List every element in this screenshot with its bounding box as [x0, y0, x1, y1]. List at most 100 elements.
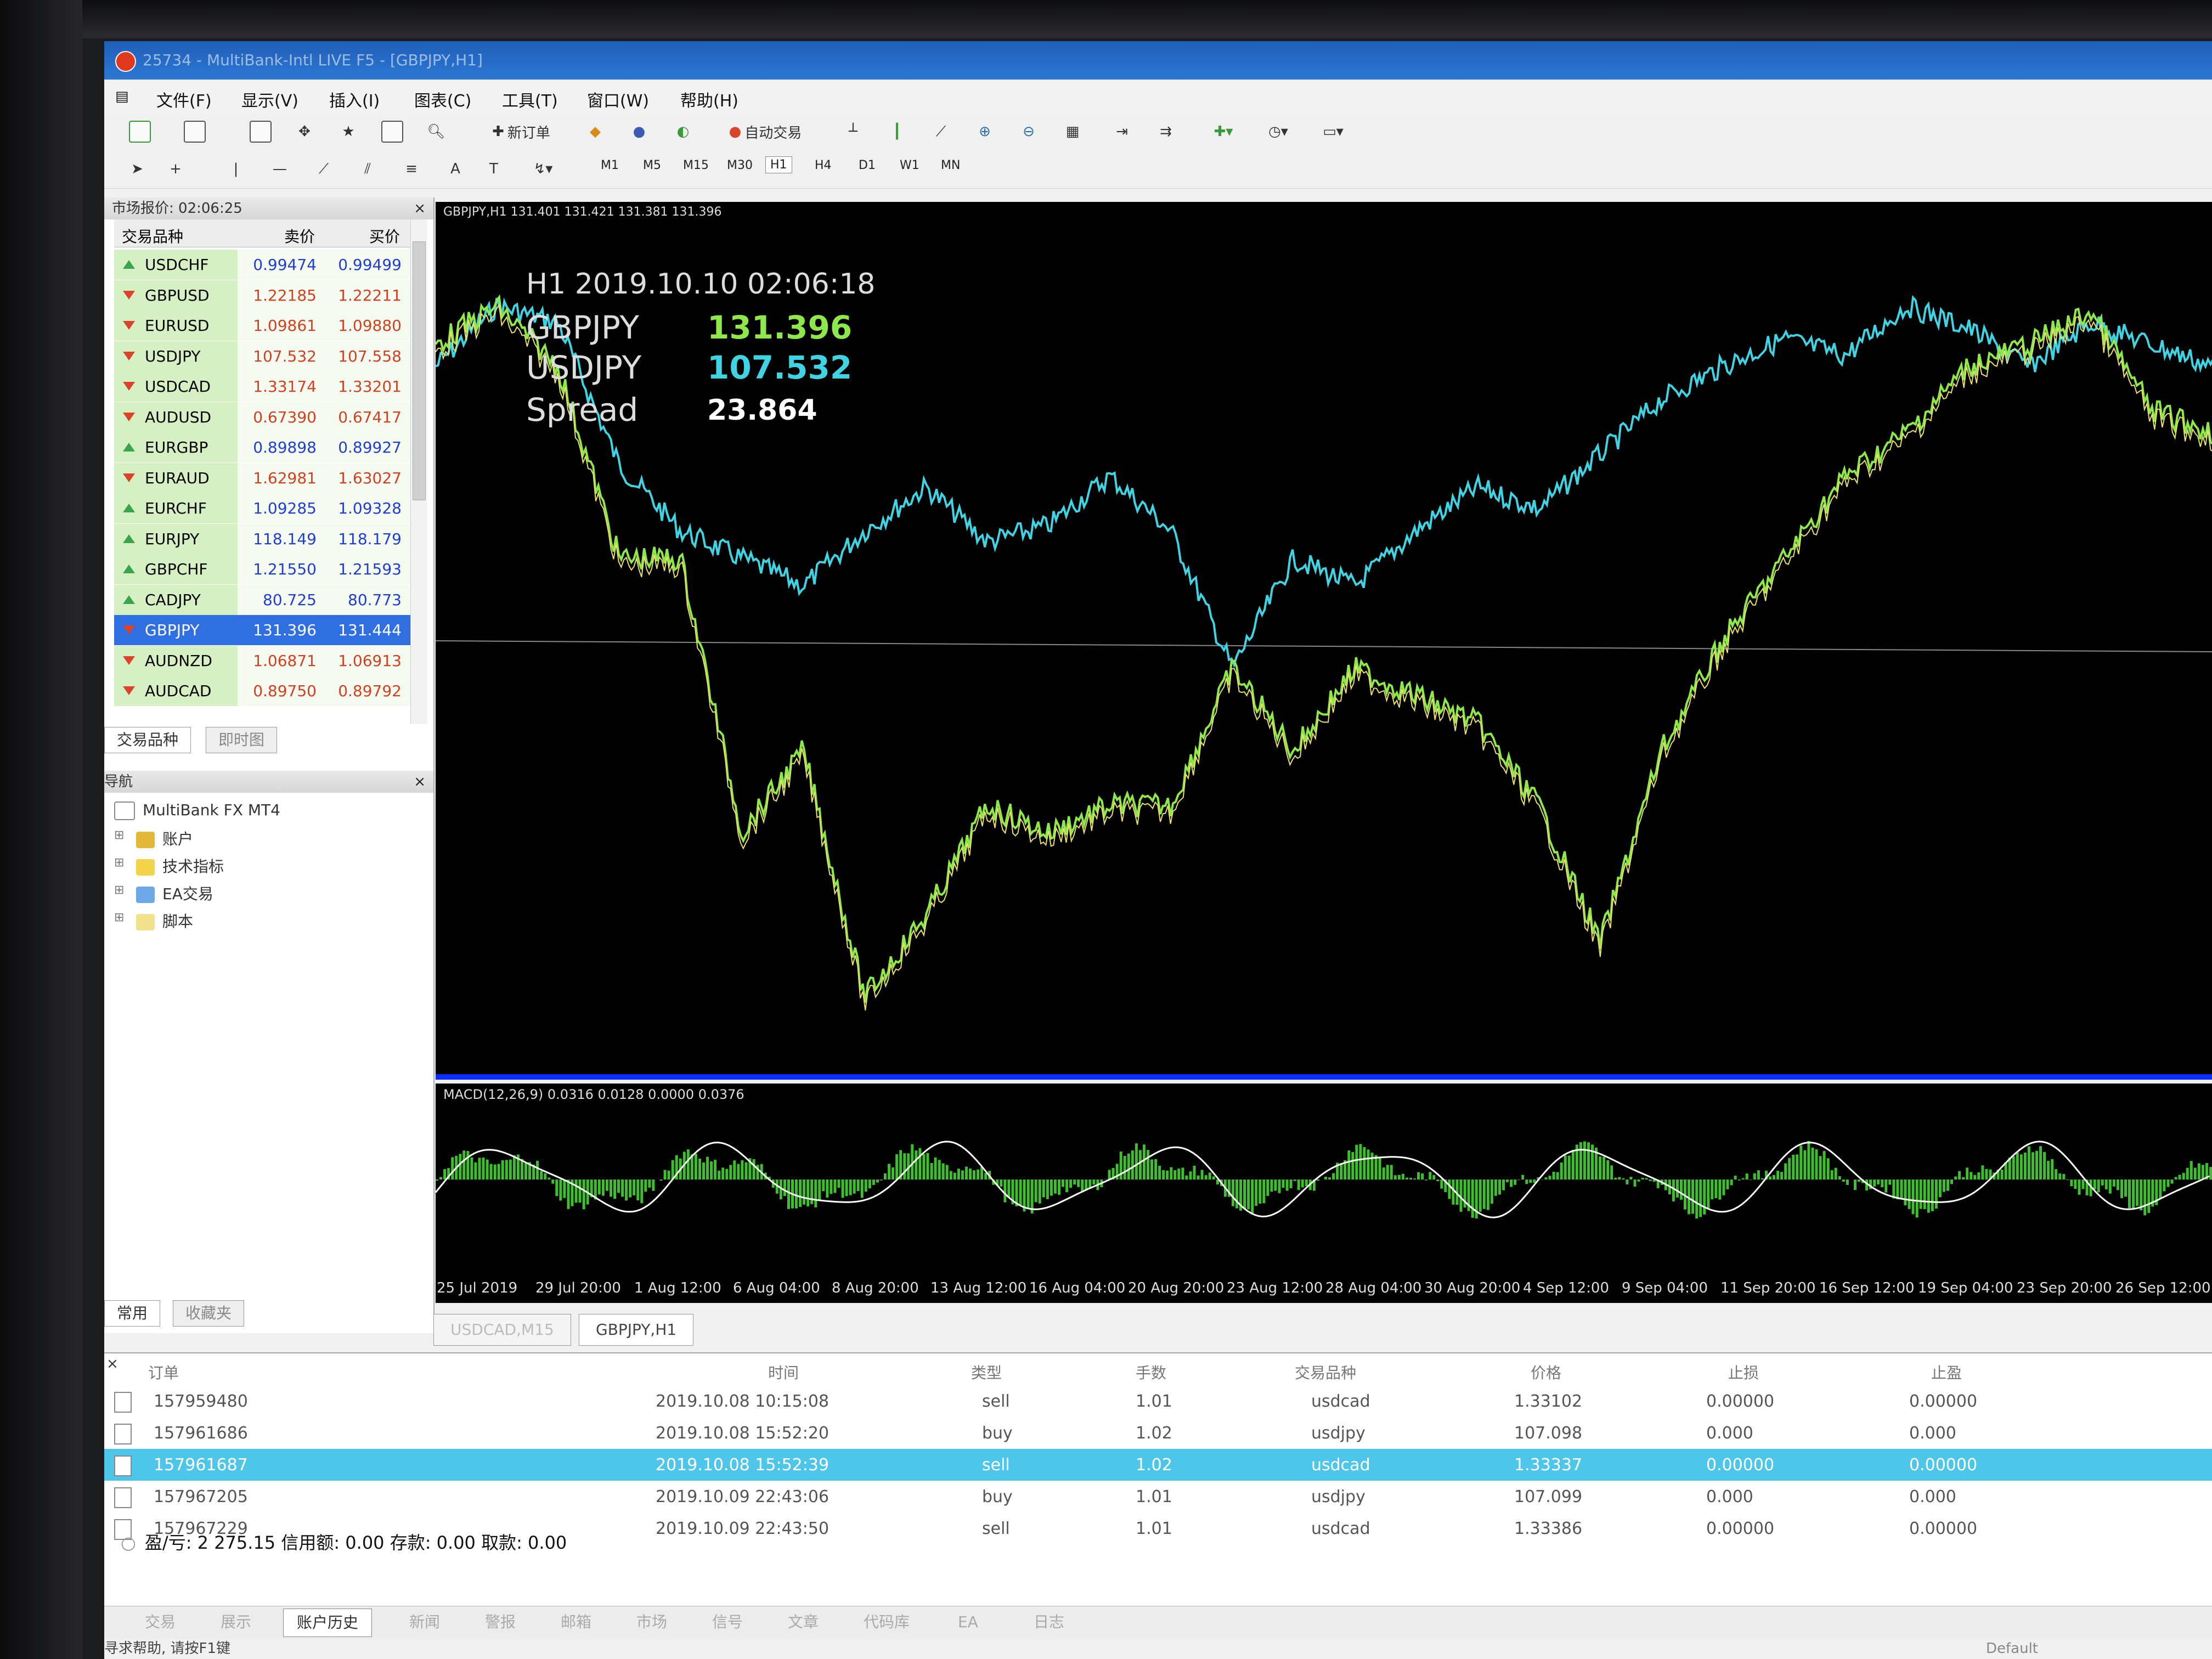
market-row[interactable]: EURCHF 1.09285 1.09328: [114, 493, 410, 523]
expand-icon[interactable]: ⊞: [114, 828, 124, 842]
text-icon[interactable]: A: [444, 156, 466, 182]
market-row[interactable]: CADJPY 80.725 80.773: [114, 584, 410, 615]
col-lots[interactable]: 手数: [1136, 1361, 1166, 1383]
crosshair-icon[interactable]: +: [165, 156, 187, 182]
macd-window[interactable]: MACD(12,26,9) 0.0316 0.0128 0.0000 0.037…: [435, 1084, 2212, 1276]
zoom-out-icon[interactable]: ⊖: [1015, 119, 1042, 144]
market-row[interactable]: EURUSD 1.09861 1.09880: [114, 311, 410, 341]
data-window-icon[interactable]: ✥: [291, 119, 318, 144]
col-price[interactable]: 价格: [1531, 1361, 1561, 1383]
trendline-icon[interactable]: ⟋: [313, 156, 335, 182]
col-bid[interactable]: 卖价: [284, 225, 315, 247]
market-row[interactable]: EURAUD 1.62981 1.63027: [114, 462, 410, 493]
nav-scripts[interactable]: 脚本: [136, 910, 193, 932]
market-row[interactable]: EURJPY 118.149 118.179: [114, 523, 410, 554]
tf-h1[interactable]: H1: [765, 156, 792, 173]
metaeditor-icon[interactable]: ◆: [582, 119, 609, 144]
menu-tools[interactable]: 工具(T): [502, 87, 558, 111]
tf-h4[interactable]: H4: [815, 159, 832, 172]
terminal-tab[interactable]: 交易: [132, 1609, 189, 1636]
col-time[interactable]: 时间: [768, 1361, 799, 1383]
table-row[interactable]: 157961686 2019.10.08 15:52:20 buy 1.02 usdjp…: [104, 1417, 2212, 1449]
table-row[interactable]: 157959480 2019.10.08 10:15:08 sell 1.01 usdc…: [104, 1385, 2212, 1417]
menu-charts[interactable]: 图表(C): [414, 87, 471, 111]
tf-m1[interactable]: M1: [601, 159, 619, 172]
market-watch-scrollbar[interactable]: [410, 219, 427, 724]
tab-common[interactable]: 常用: [104, 1300, 161, 1327]
market-watch-icon[interactable]: [247, 119, 274, 144]
cursor-icon[interactable]: ➤: [126, 156, 148, 182]
line-chart-icon[interactable]: ⟋: [927, 119, 955, 144]
tester-icon[interactable]: 🔍︎: [422, 119, 450, 144]
menu-file[interactable]: 文件(F): [156, 87, 212, 111]
close-icon[interactable]: ×: [414, 771, 426, 793]
tab-favorites[interactable]: 收藏夹: [173, 1300, 245, 1327]
channel-icon[interactable]: ⫽: [357, 156, 379, 182]
tf-m5[interactable]: M5: [643, 159, 661, 172]
market-row[interactable]: AUDNZD 1.06871 1.06913: [114, 645, 410, 676]
doc-icon[interactable]: ▤: [115, 88, 129, 105]
chart-tab-gbpjpy[interactable]: GBPJPY,H1: [579, 1314, 694, 1346]
tf-d1[interactable]: D1: [859, 159, 876, 172]
tf-m30[interactable]: M30: [727, 159, 753, 172]
menu-insert[interactable]: 插入(I): [329, 87, 380, 111]
market-row[interactable]: EURGBP 0.89898 0.89927: [114, 432, 410, 462]
vertical-line-icon[interactable]: |: [225, 156, 247, 182]
market-row[interactable]: USDCAD 1.33174 1.33201: [114, 371, 410, 402]
tab-symbols[interactable]: 交易品种: [104, 727, 191, 753]
chart-window[interactable]: GBPJPY,H1 131.401 131.421 131.381 131.39…: [435, 202, 2212, 1080]
tile-windows-icon[interactable]: ▦: [1059, 119, 1086, 144]
macd-chart[interactable]: [435, 1084, 2212, 1276]
col-symbol[interactable]: 交易品种: [122, 225, 183, 247]
col-symbol[interactable]: 交易品种: [1295, 1361, 1356, 1383]
options-icon[interactable]: ●: [625, 119, 653, 144]
nav-experts[interactable]: EA交易: [136, 882, 213, 904]
horizontal-line-icon[interactable]: —: [269, 156, 291, 182]
menu-view[interactable]: 显示(V): [241, 87, 298, 111]
nav-accounts[interactable]: 账户: [136, 827, 193, 849]
market-row[interactable]: AUDCAD 0.89750 0.89792: [114, 676, 410, 706]
expand-icon[interactable]: ⊞: [114, 883, 124, 897]
menu-help[interactable]: 帮助(H): [680, 87, 738, 111]
col-type[interactable]: 类型: [971, 1361, 1002, 1383]
market-row[interactable]: GBPCHF 1.21550 1.21593: [114, 554, 410, 584]
terminal-tab[interactable]: 文章: [775, 1609, 832, 1636]
fibonacci-icon[interactable]: ≡: [400, 156, 422, 182]
col-sl[interactable]: 止损: [1728, 1361, 1759, 1383]
terminal-tab[interactable]: 日志: [1020, 1609, 1077, 1636]
table-row[interactable]: 157961687 2019.10.08 15:52:39 sell 1.02 usdc…: [104, 1449, 2212, 1481]
candlestick-icon[interactable]: ┃: [883, 119, 911, 144]
market-row[interactable]: AUDUSD 0.67390 0.67417: [114, 402, 410, 432]
expand-icon[interactable]: ⊞: [114, 856, 124, 870]
close-icon[interactable]: ×: [414, 198, 426, 219]
table-row[interactable]: 157967205 2019.10.09 22:43:06 buy 1.01 usdjp…: [104, 1481, 2212, 1513]
tf-mn[interactable]: MN: [941, 159, 960, 172]
label-icon[interactable]: T: [483, 156, 505, 182]
terminal-tab[interactable]: 邮箱: [548, 1609, 605, 1636]
market-row[interactable]: GBPUSD 1.22185 1.22211: [114, 280, 410, 311]
bar-chart-icon[interactable]: ┴: [839, 119, 867, 144]
zoom-in-icon[interactable]: ⊕: [971, 119, 998, 144]
terminal-tab[interactable]: 警报: [472, 1609, 529, 1636]
profiles-icon[interactable]: [181, 119, 208, 144]
nav-indicators[interactable]: 技术指标: [136, 855, 224, 877]
chart-tab-usdcad[interactable]: USDCAD,M15: [433, 1314, 571, 1346]
terminal-icon[interactable]: [379, 119, 406, 144]
tab-tick-chart[interactable]: 即时图: [206, 727, 278, 753]
price-chart[interactable]: [435, 202, 2212, 1080]
signals-icon[interactable]: ◐: [669, 119, 697, 144]
col-ask[interactable]: 买价: [369, 225, 400, 247]
terminal-tab[interactable]: 信号: [699, 1609, 756, 1636]
templates-icon[interactable]: ▭▾: [1317, 119, 1350, 144]
indicators-icon[interactable]: ✚▾: [1207, 119, 1240, 144]
tf-m15[interactable]: M15: [683, 159, 709, 172]
menu-window[interactable]: 窗口(W): [587, 87, 649, 111]
terminal-tab[interactable]: 新闻: [396, 1609, 453, 1636]
terminal-tab[interactable]: 市场: [623, 1609, 680, 1636]
new-chart-icon[interactable]: [126, 119, 154, 144]
terminal-tab[interactable]: 展示: [207, 1609, 264, 1636]
new-order-button[interactable]: ✚ 新订单: [477, 119, 565, 144]
col-tp[interactable]: 止盈: [1931, 1361, 1962, 1383]
auto-scroll-icon[interactable]: ⇉: [1152, 119, 1180, 144]
auto-trading-button[interactable]: ● 自动交易: [708, 119, 823, 144]
